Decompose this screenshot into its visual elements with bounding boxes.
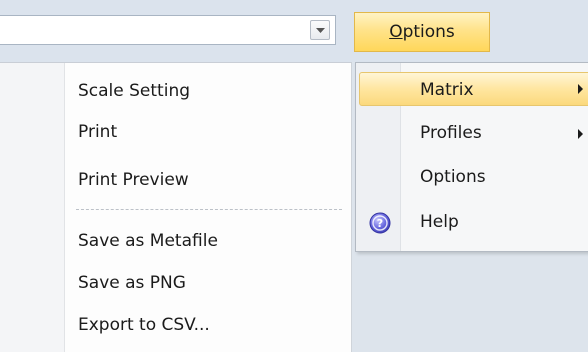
menu-icon-gutter xyxy=(0,63,65,352)
menu-item-scale-setting[interactable]: Scale Setting xyxy=(78,81,190,101)
chevron-down-icon xyxy=(316,28,325,33)
menu-item-matrix-label: Matrix xyxy=(420,80,474,100)
context-menu: Scale Setting Print Print Preview Save a… xyxy=(0,62,352,352)
menu-item-print-preview[interactable]: Print Preview xyxy=(78,170,189,190)
menu-item-save-as-metafile[interactable]: Save as Metafile xyxy=(78,231,218,251)
svg-text:?: ? xyxy=(377,217,383,230)
menu-item-profiles[interactable]: Profiles xyxy=(420,123,482,143)
menu-item-print[interactable]: Print xyxy=(78,122,117,142)
submenu-arrow-icon xyxy=(578,84,583,94)
toolbar: Options xyxy=(0,0,588,62)
menu-item-help[interactable]: Help xyxy=(420,212,459,232)
menu-separator xyxy=(76,209,342,210)
dropdown-combobox[interactable] xyxy=(0,15,336,45)
menu-item-options[interactable]: Options xyxy=(420,167,486,187)
options-button-accelerator: O xyxy=(389,22,403,42)
menu-item-export-to-csv[interactable]: Export to CSV... xyxy=(78,315,210,335)
submenu-arrow-icon xyxy=(578,129,583,139)
options-button[interactable]: Options xyxy=(354,12,490,52)
options-submenu: Matrix Profiles Options ? Help xyxy=(355,62,588,252)
options-button-label: ptions xyxy=(402,22,455,42)
menu-item-save-as-png[interactable]: Save as PNG xyxy=(78,273,186,293)
help-icon: ? xyxy=(369,212,391,234)
dropdown-button[interactable] xyxy=(310,20,330,40)
